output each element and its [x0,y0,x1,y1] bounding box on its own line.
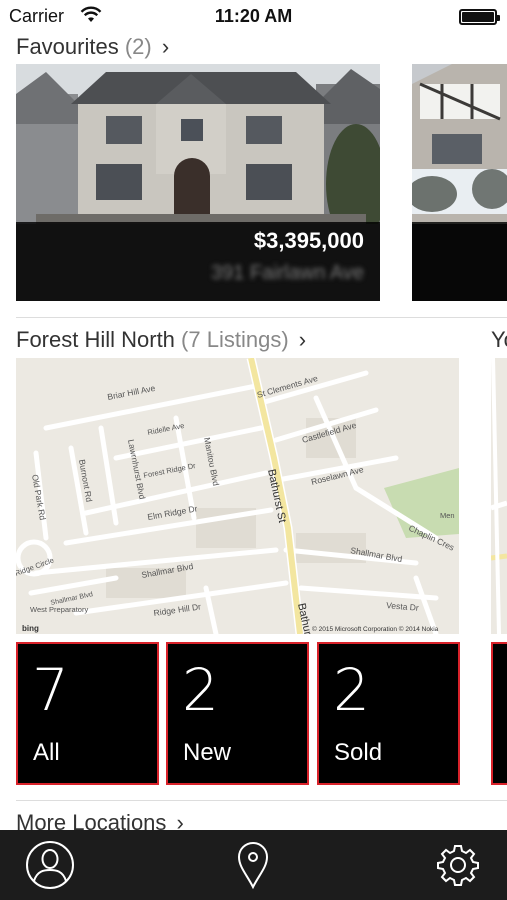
chevron-right-icon: › [161,34,170,59]
stat-label: Sold [334,739,383,766]
section-divider [16,317,507,318]
status-bar: Carrier 11:20 AM [0,0,507,32]
clock: 11:20 AM [214,6,293,26]
map-label: Briar Hill Ave [106,383,156,402]
price-band [412,222,507,301]
bing-logo: bing [22,624,39,633]
chevron-right-icon: › [298,327,307,352]
map-label: Vesta Dr [386,600,420,613]
map-label: Old Park Rd [30,474,48,522]
map-label: Elm Ridge Dr [147,503,199,522]
map-label: Ridge Hill Dr [153,601,202,618]
favourite-listing-card[interactable] [412,64,507,301]
tab-bar [0,830,507,900]
next-neighbourhood-map[interactable] [491,358,507,634]
listings-count: (7 Listings) [181,327,289,352]
settings-gear-icon[interactable] [436,840,480,890]
map-copyright: © 2015 Microsoft Corporation © 2014 Noki… [312,625,439,633]
favourites-header[interactable]: Favourites (2) › [16,34,169,60]
favourite-listing-card[interactable]: $3,395,000 391 Fairlawn Ave [16,64,380,301]
stat-value: 2 [333,656,370,724]
next-neighbourhood-title[interactable]: Yo [491,327,507,353]
stat-value: 2 [182,656,219,724]
location-pin-icon[interactable] [236,840,270,890]
battery-icon [459,9,500,25]
map-canvas [491,358,507,634]
listing-price: $3,395,000 [253,228,364,253]
favourites-count: (2) [124,34,152,59]
favourites-title: Favourites [16,34,119,59]
map-label: Manitou Blvd [202,436,221,486]
stat-label: All [33,739,60,766]
profile-icon[interactable] [25,840,75,890]
map-label: Men [440,511,455,520]
neighbourhood-title: Forest Hill North [16,327,175,352]
map-label: Lawrnhurst Blvd [126,438,147,500]
map-label: West Preparatory [30,605,88,614]
section-divider [16,800,507,801]
stat-tile-all[interactable]: 7 All [16,642,159,785]
stat-tile-sold[interactable]: 2 Sold [317,642,460,785]
stat-label: New [183,739,232,766]
listing-address: 391 Fairlawn Ave [210,262,364,284]
stat-value: 7 [32,656,69,724]
neighbourhood-header[interactable]: Forest Hill North (7 Listings) › [16,327,306,353]
neighbourhood-map[interactable]: Briar Hill Ave St Clements Ave Ridelle A… [16,358,459,634]
stat-tile-peek[interactable] [491,642,507,785]
stat-tile-new[interactable]: 2 New [166,642,309,785]
map-canvas: Briar Hill Ave St Clements Ave Ridelle A… [16,358,459,634]
